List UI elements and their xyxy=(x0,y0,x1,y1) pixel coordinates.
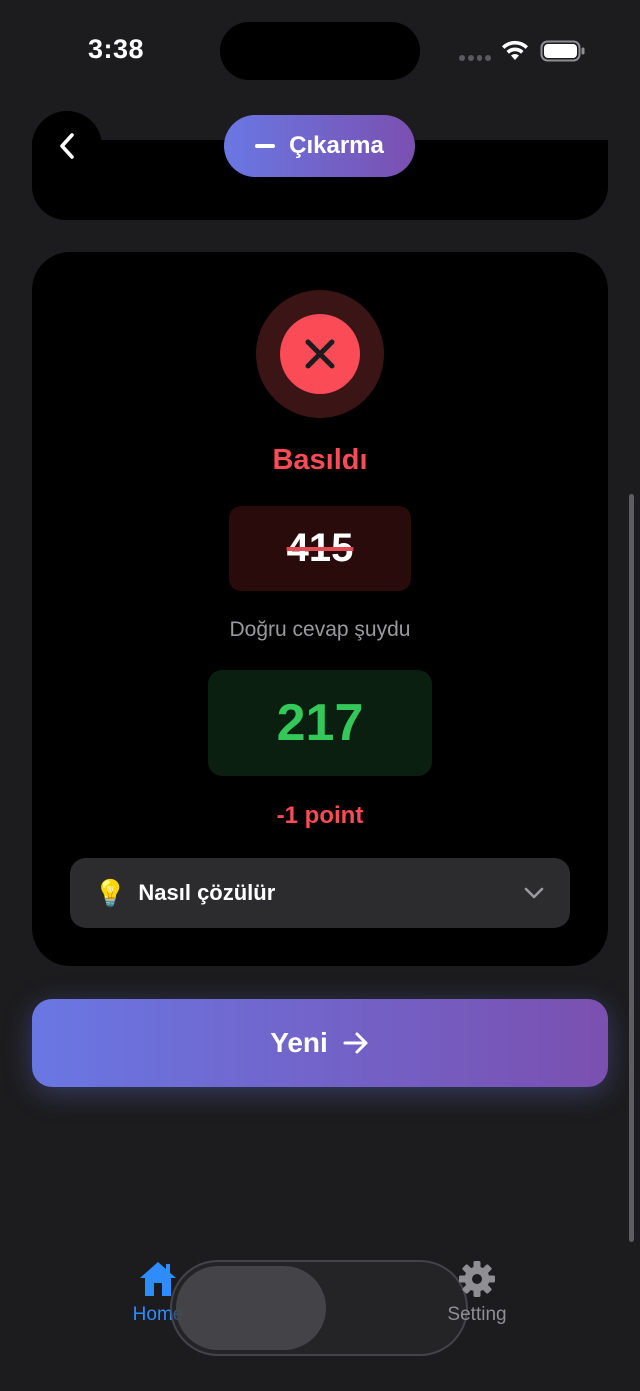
how-to-solve-label: Nasıl çözülür xyxy=(138,880,276,905)
operation-mode-badge: Çıkarma xyxy=(224,115,415,177)
correct-answer-hint: Doğru cevap şuydu xyxy=(229,618,411,641)
back-button[interactable] xyxy=(32,111,102,181)
tab-bar: Home Setting xyxy=(0,1250,640,1391)
result-card: Basıldı 415 Doğru cevap şuydu 217 -1 poi… xyxy=(32,252,608,966)
new-question-button[interactable]: Yeni xyxy=(32,999,608,1087)
new-question-label: Yeni xyxy=(270,1027,328,1058)
given-answer-box: 415 xyxy=(229,506,411,591)
chevron-left-icon xyxy=(60,133,74,159)
tab-selector-thumb[interactable] xyxy=(176,1266,326,1350)
gear-icon xyxy=(459,1261,495,1297)
lightbulb-icon: 💡 xyxy=(94,877,127,908)
arrow-right-icon xyxy=(343,1032,368,1054)
minus-icon xyxy=(255,144,276,148)
result-status: Basıldı xyxy=(272,444,368,476)
points-change: -1 point xyxy=(276,802,364,829)
operation-mode-label: Çıkarma xyxy=(289,132,384,159)
wrong-indicator xyxy=(256,290,384,418)
tab-setting[interactable]: Setting xyxy=(436,1260,518,1326)
tab-setting-label: Setting xyxy=(447,1304,507,1325)
scrollbar[interactable] xyxy=(629,494,634,1242)
correct-answer: 217 xyxy=(276,694,364,752)
how-to-solve-dropdown[interactable]: 💡 Nasıl çözülür xyxy=(70,858,570,928)
correct-answer-box: 217 xyxy=(208,670,432,776)
given-answer: 415 xyxy=(286,526,354,570)
close-icon xyxy=(305,339,335,369)
chevron-down-icon xyxy=(524,887,544,899)
